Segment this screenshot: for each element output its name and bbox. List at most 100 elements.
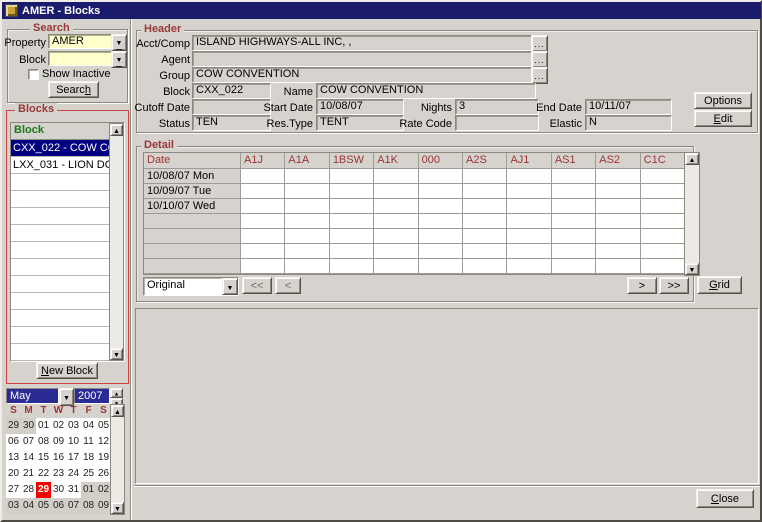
calendar-day[interactable]: 05: [36, 498, 51, 514]
grid-cell[interactable]: [507, 244, 551, 259]
grid-cell[interactable]: [241, 259, 285, 274]
calendar-day[interactable]: 26: [96, 466, 111, 482]
block-search-input[interactable]: [48, 51, 113, 66]
calendar-day[interactable]: 23: [51, 466, 66, 482]
acct-comp-field[interactable]: ISLAND HIGHWAYS-ALL INC, ,: [192, 35, 536, 51]
grid-cell[interactable]: [285, 199, 329, 214]
grid-cell[interactable]: [596, 184, 640, 199]
grid-cell[interactable]: [419, 169, 463, 184]
pager-prev-button[interactable]: <: [275, 277, 301, 294]
grid-cell[interactable]: [330, 199, 374, 214]
calendar-day[interactable]: 11: [81, 434, 96, 450]
property-dropdown-button[interactable]: [111, 34, 127, 51]
start-date-field[interactable]: 10/08/07: [316, 99, 404, 115]
grid-cell[interactable]: [507, 214, 551, 229]
block-dropdown-button[interactable]: [111, 51, 127, 68]
agent-field[interactable]: [192, 51, 536, 67]
calendar-day[interactable]: 06: [6, 434, 21, 450]
grid-cell[interactable]: [552, 169, 596, 184]
dropdown-arrow-icon[interactable]: [222, 278, 238, 295]
grid-cell[interactable]: [330, 184, 374, 199]
grid-cell[interactable]: [419, 229, 463, 244]
calendar-day[interactable]: 01: [81, 482, 96, 498]
grid-cell[interactable]: [241, 199, 285, 214]
calendar-day[interactable]: 07: [66, 498, 81, 514]
scroll-up-icon[interactable]: [110, 124, 123, 136]
list-item[interactable]: LXX_031 - LION DO: [11, 157, 109, 174]
grid-cell[interactable]: [641, 214, 685, 229]
grid-cell[interactable]: [463, 229, 507, 244]
grid-cell[interactable]: [552, 214, 596, 229]
blocks-list-scrollbar[interactable]: [109, 123, 124, 361]
calendar-day[interactable]: 20: [6, 466, 21, 482]
agent-lov-button[interactable]: ...: [531, 51, 548, 68]
grid-cell[interactable]: [285, 169, 329, 184]
grid-cell[interactable]: [419, 259, 463, 274]
calendar-day[interactable]: 09: [96, 498, 111, 514]
grid-cell[interactable]: [507, 184, 551, 199]
pager-next-button[interactable]: >: [627, 277, 657, 294]
grid-cell[interactable]: [641, 169, 685, 184]
scroll-up-icon[interactable]: [111, 405, 124, 417]
grid-cell[interactable]: [596, 244, 640, 259]
grid-cell[interactable]: [374, 169, 418, 184]
grid-cell[interactable]: [507, 229, 551, 244]
grid-cell[interactable]: [552, 184, 596, 199]
grid-cell[interactable]: [463, 169, 507, 184]
grid-cell[interactable]: [419, 214, 463, 229]
res-type-field[interactable]: TENT: [316, 115, 404, 131]
group-field[interactable]: COW CONVENTION: [192, 67, 536, 83]
grid-cell[interactable]: [552, 199, 596, 214]
grid-cell[interactable]: [596, 199, 640, 214]
grid-cell[interactable]: [374, 199, 418, 214]
grid-cell[interactable]: [241, 169, 285, 184]
grid-cell[interactable]: [330, 259, 374, 274]
calendar-day[interactable]: 06: [51, 498, 66, 514]
search-button[interactable]: Search: [48, 81, 99, 98]
calendar-day[interactable]: 30: [21, 418, 36, 434]
close-button[interactable]: Close: [696, 489, 754, 508]
new-block-button[interactable]: New Block: [36, 362, 98, 379]
grid-cell[interactable]: [330, 169, 374, 184]
list-item[interactable]: CXX_022 - COW CONVEN: [11, 140, 109, 157]
calendar-day[interactable]: 09: [51, 434, 66, 450]
grid-cell[interactable]: [285, 184, 329, 199]
grid-cell[interactable]: [374, 229, 418, 244]
grid-cell[interactable]: [641, 184, 685, 199]
grid-cell[interactable]: [596, 259, 640, 274]
grid-cell[interactable]: [552, 244, 596, 259]
calendar-day[interactable]: 15: [36, 450, 51, 466]
calendar-day[interactable]: 03: [6, 498, 21, 514]
scroll-up-icon[interactable]: [685, 153, 699, 165]
grid-cell[interactable]: [507, 199, 551, 214]
calendar-year-field[interactable]: 2007: [74, 388, 110, 404]
grid-cell[interactable]: [419, 184, 463, 199]
grid-cell[interactable]: [552, 229, 596, 244]
grid-cell[interactable]: [596, 214, 640, 229]
spinner-up-icon[interactable]: [110, 388, 123, 398]
title-bar[interactable]: AMER - Blocks: [2, 2, 761, 19]
calendar-day[interactable]: 28: [21, 482, 36, 498]
pager-first-button[interactable]: <<: [242, 277, 272, 294]
calendar-day[interactable]: 25: [81, 466, 96, 482]
grid-cell[interactable]: [641, 199, 685, 214]
calendar-day[interactable]: 30: [51, 482, 66, 498]
grid-cell[interactable]: [641, 259, 685, 274]
calendar-day[interactable]: 03: [66, 418, 81, 434]
grid-cell[interactable]: [241, 214, 285, 229]
name-field[interactable]: COW CONVENTION: [316, 83, 536, 99]
calendar-day[interactable]: 10: [66, 434, 81, 450]
calendar-day[interactable]: 12: [96, 434, 111, 450]
calendar-day[interactable]: 27: [6, 482, 21, 498]
grid-cell[interactable]: [596, 229, 640, 244]
scroll-down-icon[interactable]: [685, 263, 699, 275]
calendar-day[interactable]: 17: [66, 450, 81, 466]
grid-cell[interactable]: [641, 229, 685, 244]
calendar-day[interactable]: 22: [36, 466, 51, 482]
grid-cell[interactable]: [507, 169, 551, 184]
grid-cell[interactable]: [285, 229, 329, 244]
calendar-month-dropdown-button[interactable]: [59, 388, 74, 406]
calendar-day-selected[interactable]: 29: [36, 482, 51, 498]
grid-cell[interactable]: [241, 244, 285, 259]
grid-cell[interactable]: [330, 244, 374, 259]
